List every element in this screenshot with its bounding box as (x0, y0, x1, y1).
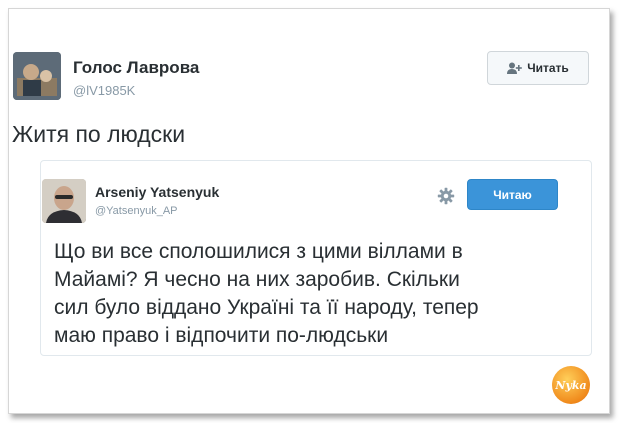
add-user-icon (507, 62, 522, 74)
follow-button[interactable]: Читать (487, 51, 589, 85)
following-button-label: Читаю (493, 187, 532, 202)
following-button[interactable]: Читаю (467, 179, 558, 210)
quoted-tweet-text: Що ви все сполошилися з цими віллами в М… (54, 238, 574, 350)
quoted-text-line: Майамі? Я чесно на них заробив. Скільки (54, 268, 460, 291)
follow-button-label: Читать (527, 61, 569, 75)
quoted-author-avatar[interactable] (42, 179, 86, 223)
quoted-author-avatar-image (42, 179, 86, 223)
gear-icon[interactable] (437, 187, 455, 205)
quoted-author-handle[interactable]: @Yatsenyuk_AP (95, 205, 178, 217)
quoted-text-line: маю право і відпочити по-людськи (54, 324, 389, 347)
watermark-logo: Nyka (552, 366, 590, 404)
author-handle[interactable]: @lV1985K (73, 83, 135, 98)
author-avatar-image (13, 52, 61, 100)
quoted-author-name[interactable]: Arseniy Yatsenyuk (95, 184, 219, 200)
quoted-text-line: Що ви все сполошилися з цими віллами в (54, 240, 463, 263)
quoted-text-line: сил було віддано Україні та її народу, т… (54, 296, 479, 319)
author-name[interactable]: Голос Лаврова (73, 58, 199, 78)
watermark-text: Nyka (555, 378, 587, 392)
tweet-text: Житя по людски (12, 121, 186, 147)
author-avatar[interactable] (13, 52, 61, 100)
